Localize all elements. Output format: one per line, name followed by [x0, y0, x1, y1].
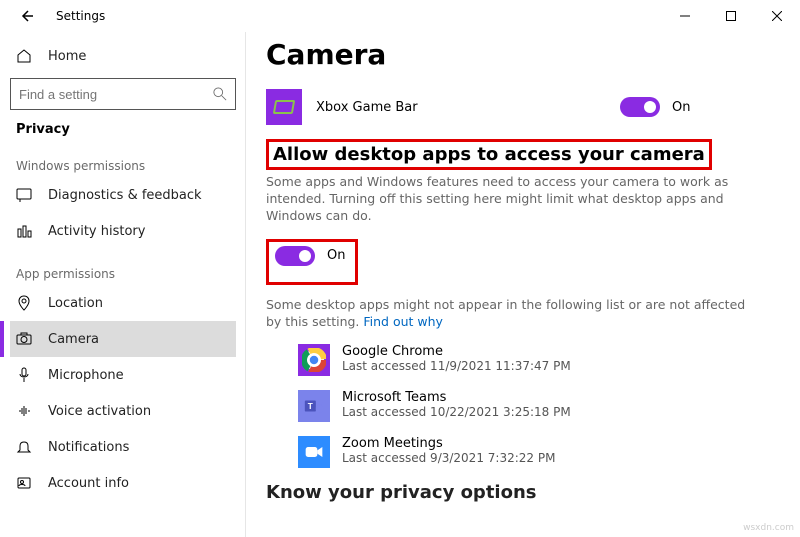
highlight-heading: Allow desktop apps to access your camera [266, 139, 712, 170]
breadcrumb: Privacy [10, 120, 236, 151]
page-title: Camera [266, 38, 760, 71]
group-windows-permissions: Windows permissions [0, 151, 246, 177]
minimize-icon [680, 11, 690, 21]
close-button[interactable] [754, 0, 800, 32]
section-heading: Allow desktop apps to access your camera [273, 144, 705, 165]
app-tile-icon: T [298, 390, 330, 422]
home-nav[interactable]: Home [10, 38, 236, 74]
location-icon [16, 295, 32, 311]
sidebar-item-camera[interactable]: Camera [10, 321, 236, 357]
desktop-app-row: Zoom MeetingsLast accessed 9/3/2021 7:32… [298, 436, 760, 468]
desktop-app-name: Zoom Meetings [342, 436, 555, 451]
sidebar-item-label: Voice activation [48, 404, 151, 419]
activity-icon [16, 223, 32, 239]
sidebar-item-label: Microphone [48, 368, 124, 383]
xbox-toggle[interactable] [620, 97, 660, 117]
microphone-icon [16, 367, 32, 383]
footer-heading: Know your privacy options [266, 482, 760, 503]
back-button[interactable] [14, 4, 38, 28]
app-tile-icon [298, 344, 330, 376]
account-icon [16, 475, 32, 491]
desktop-app-last-accessed: Last accessed 11/9/2021 11:37:47 PM [342, 359, 571, 373]
sidebar-item-label: Account info [48, 476, 129, 491]
sidebar-item-label: Diagnostics & feedback [48, 188, 202, 203]
sidebar-item-label: Notifications [48, 440, 129, 455]
home-label: Home [48, 49, 86, 64]
desktop-app-row: Google ChromeLast accessed 11/9/2021 11:… [298, 344, 760, 376]
xbox-toggle-label: On [672, 100, 690, 115]
highlight-toggle: On [266, 239, 358, 285]
section-description: Some apps and Windows features need to a… [266, 174, 760, 225]
sidebar-item-notifications[interactable]: Notifications [10, 429, 236, 465]
app-name: Xbox Game Bar [316, 100, 620, 115]
find-out-why-link[interactable]: Find out why [363, 314, 443, 329]
desktop-app-last-accessed: Last accessed 9/3/2021 7:32:22 PM [342, 451, 555, 465]
desktop-apps-toggle-label: On [327, 248, 345, 263]
desktop-app-name: Google Chrome [342, 344, 571, 359]
desktop-app-last-accessed: Last accessed 10/22/2021 3:25:18 PM [342, 405, 571, 419]
sidebar-item-location[interactable]: Location [10, 285, 236, 321]
svg-text:T: T [308, 402, 313, 411]
sidebar-item-label: Camera [48, 332, 99, 347]
desktop-app-row: T Microsoft TeamsLast accessed 10/22/2021… [298, 390, 760, 422]
xbox-gamebar-icon [266, 89, 302, 125]
app-tile-icon [298, 436, 330, 468]
camera-icon [16, 331, 32, 347]
maximize-icon [726, 11, 736, 21]
desktop-app-name: Microsoft Teams [342, 390, 571, 405]
app-row-xbox: Xbox Game Bar On [266, 85, 760, 129]
sidebar-item-account-info[interactable]: Account info [10, 465, 236, 501]
desktop-apps-toggle[interactable] [275, 246, 315, 266]
close-icon [772, 11, 782, 21]
list-description: Some desktop apps might not appear in th… [266, 297, 760, 331]
minimize-button[interactable] [662, 0, 708, 32]
sidebar-item-activity-history[interactable]: Activity history [10, 213, 236, 249]
sidebar-item-label: Activity history [48, 224, 145, 239]
sidebar-item-diagnostics[interactable]: Diagnostics & feedback [10, 177, 236, 213]
search-input-wrap[interactable] [10, 78, 236, 110]
window-title: Settings [56, 9, 105, 23]
sidebar-item-label: Location [48, 296, 103, 311]
sidebar-item-microphone[interactable]: Microphone [10, 357, 236, 393]
maximize-button[interactable] [708, 0, 754, 32]
sidebar-item-voice-activation[interactable]: Voice activation [10, 393, 236, 429]
group-app-permissions: App permissions [0, 259, 246, 285]
feedback-icon [16, 187, 32, 203]
bell-icon [16, 439, 32, 455]
search-input[interactable] [19, 87, 199, 102]
watermark: wsxdn.com [743, 523, 794, 533]
search-icon [213, 87, 227, 101]
voice-icon [16, 403, 32, 419]
back-arrow-icon [18, 8, 34, 24]
home-icon [16, 48, 32, 64]
